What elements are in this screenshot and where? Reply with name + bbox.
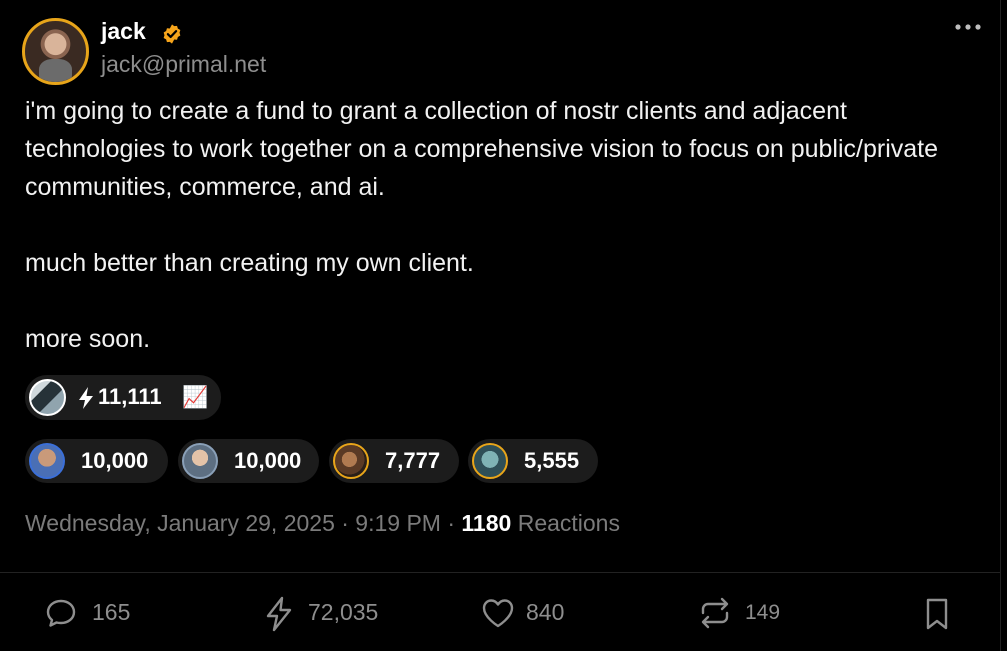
zap-pill[interactable]: 10,000 xyxy=(178,439,319,483)
author-handle[interactable]: jack@primal.net xyxy=(101,51,266,78)
zapper-avatar xyxy=(333,443,369,479)
zap-pill[interactable]: 10,000 xyxy=(25,439,168,483)
verified-badge-icon xyxy=(163,24,181,44)
note-paragraph-3: more soon. xyxy=(25,325,151,353)
zap-amount: 7,777 xyxy=(385,448,441,473)
reaction-label: Reactions xyxy=(511,510,620,536)
like-button[interactable]: 840 xyxy=(480,593,580,633)
zap-amount: 10,000 xyxy=(234,448,302,473)
column-border xyxy=(1000,0,1001,651)
heart-icon xyxy=(482,599,514,628)
note-card: jack jack@primal.net i'm going to create… xyxy=(0,0,1007,651)
note-content: i'm going to create a fund to grant a co… xyxy=(25,92,985,358)
zap-amount: 5,555 xyxy=(524,448,580,473)
zapper-avatar xyxy=(182,443,218,479)
note-paragraph-2: much better than creating my own client. xyxy=(25,249,474,277)
top-zap-pill[interactable]: 11,111 📈 xyxy=(25,375,221,420)
repost-button[interactable]: 149 xyxy=(697,593,797,633)
zapper-avatar xyxy=(29,443,65,479)
divider xyxy=(0,572,1000,573)
reply-icon xyxy=(46,599,76,627)
reaction-count: 1180 xyxy=(461,510,512,536)
lightning-icon xyxy=(79,387,93,409)
bookmark-button[interactable] xyxy=(922,593,956,633)
zap-pill[interactable]: 5,555 xyxy=(468,439,598,483)
reactions-link[interactable]: 1180 Reactions xyxy=(461,510,620,536)
note-paragraph-1: i'm going to create a fund to grant a co… xyxy=(25,97,939,201)
lightning-icon xyxy=(266,596,292,632)
timestamp[interactable]: Wednesday, January 29, 2025 · 9:19 PM · xyxy=(25,510,461,536)
chart-emoji-icon: 📈 xyxy=(182,386,209,409)
zapper-avatar xyxy=(472,443,508,479)
note-meta: Wednesday, January 29, 2025 · 9:19 PM · … xyxy=(25,510,620,537)
zapper-avatar xyxy=(29,379,66,416)
bookmark-icon xyxy=(926,598,948,630)
zap-button[interactable]: 72,035 xyxy=(262,593,392,633)
zap-count: 72,035 xyxy=(308,599,379,625)
reply-count: 165 xyxy=(92,599,131,625)
like-count: 840 xyxy=(526,599,565,625)
more-horizontal-icon[interactable] xyxy=(954,20,982,34)
repost-icon xyxy=(701,597,729,629)
top-zap-amount: 11,111 xyxy=(98,384,162,409)
paragraph-spacer xyxy=(25,206,985,244)
zap-amount: 10,000 xyxy=(81,448,149,473)
author-avatar[interactable] xyxy=(22,18,89,85)
repost-count: 149 xyxy=(745,601,781,624)
zap-pill[interactable]: 7,777 xyxy=(329,439,459,483)
reply-button[interactable]: 165 xyxy=(44,593,144,633)
paragraph-spacer xyxy=(25,282,985,320)
author-name[interactable]: jack xyxy=(101,18,146,45)
